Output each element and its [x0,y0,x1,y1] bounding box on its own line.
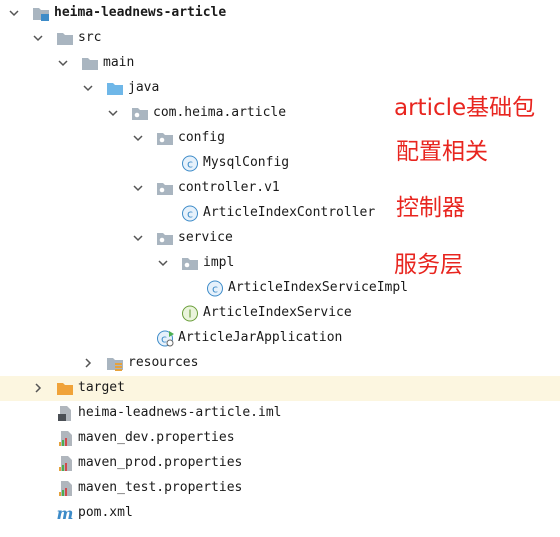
tree-node-label: maven_dev.properties [78,430,235,445]
interface-icon [181,305,199,322]
tree-node-label: maven_test.properties [78,480,243,495]
tree-node-label: service [178,230,233,245]
source-folder-icon [106,80,124,97]
package-icon [156,130,174,147]
tree-node-label: ArticleIndexServiceImpl [228,280,409,295]
resources-folder-icon [106,355,124,372]
chevron-down-icon[interactable] [133,233,143,243]
tree-node-label: target [78,380,125,395]
chevron-down-icon[interactable] [9,8,19,18]
module-folder-icon [32,5,50,22]
tree-node-prop-prod[interactable]: maven_prod.properties [0,451,560,476]
chevron-down-icon[interactable] [83,83,93,93]
tree-node-label: heima-leadnews-article.iml [78,405,282,420]
spring-boot-class-icon [157,330,175,347]
tree-node-label: src [78,30,102,45]
tree-node-main[interactable]: main [0,51,560,76]
tree-node-label: config [178,130,225,145]
annotation-service: 服务层 [394,252,463,278]
excluded-folder-icon [56,380,74,397]
properties-file-icon [56,455,74,472]
class-icon [181,155,199,172]
tree-node-label: main [103,55,135,70]
package-icon [156,180,174,197]
package-icon [156,230,174,247]
chevron-down-icon[interactable] [158,258,168,268]
tree-node-service[interactable]: service [0,226,560,251]
tree-node-impl[interactable]: impl [0,251,560,276]
tree-node-prop-test[interactable]: maven_test.properties [0,476,560,501]
folder-icon [56,30,74,47]
tree-node-iml[interactable]: heima-leadnews-article.iml [0,401,560,426]
chevron-down-icon[interactable] [133,133,143,143]
tree-node-target[interactable]: target [0,376,560,401]
tree-node-controller[interactable]: controller.v1 [0,176,560,201]
package-icon [131,105,149,122]
tree-node-label: impl [203,255,235,270]
properties-file-icon [56,480,74,497]
annotation-config: 配置相关 [396,139,488,165]
annotation-base-package: article基础包 [394,95,536,121]
tree-node-application[interactable]: ArticleJarApplication [0,326,560,351]
tree-node-label: resources [128,355,199,370]
tree-node-service-impl[interactable]: ArticleIndexServiceImpl [0,276,560,301]
chevron-down-icon[interactable] [108,108,118,118]
package-icon [181,255,199,272]
chevron-down-icon[interactable] [133,183,143,193]
folder-icon [81,55,99,72]
iml-file-icon [56,405,74,422]
tree-node-controller-class[interactable]: ArticleIndexController [0,201,560,226]
chevron-down-icon[interactable] [58,58,68,68]
tree-node-pom[interactable]: pom.xml [0,501,560,526]
tree-node-label: java [128,80,160,95]
tree-node-root[interactable]: heima-leadnews-article [0,1,560,26]
properties-file-icon [56,430,74,447]
tree-node-label: com.heima.article [153,105,287,120]
chevron-right-icon[interactable] [33,383,43,393]
tree-node-label: pom.xml [78,505,133,520]
tree-node-service-interface[interactable]: ArticleIndexService [0,301,560,326]
annotation-controller: 控制器 [396,195,465,221]
tree-node-resources[interactable]: resources [0,351,560,376]
tree-node-label: maven_prod.properties [78,455,243,470]
chevron-down-icon[interactable] [33,33,43,43]
class-icon [206,280,224,297]
tree-node-src[interactable]: src [0,26,560,51]
tree-node-label: ArticleIndexController [203,205,376,220]
tree-node-label: MysqlConfig [203,155,290,170]
maven-icon [56,505,74,522]
tree-node-label: heima-leadnews-article [54,5,227,20]
tree-node-label: ArticleJarApplication [178,330,343,345]
class-icon [181,205,199,222]
chevron-right-icon[interactable] [83,358,93,368]
tree-node-label: ArticleIndexService [203,305,352,320]
tree-node-label: controller.v1 [178,180,280,195]
tree-node-prop-dev[interactable]: maven_dev.properties [0,426,560,451]
